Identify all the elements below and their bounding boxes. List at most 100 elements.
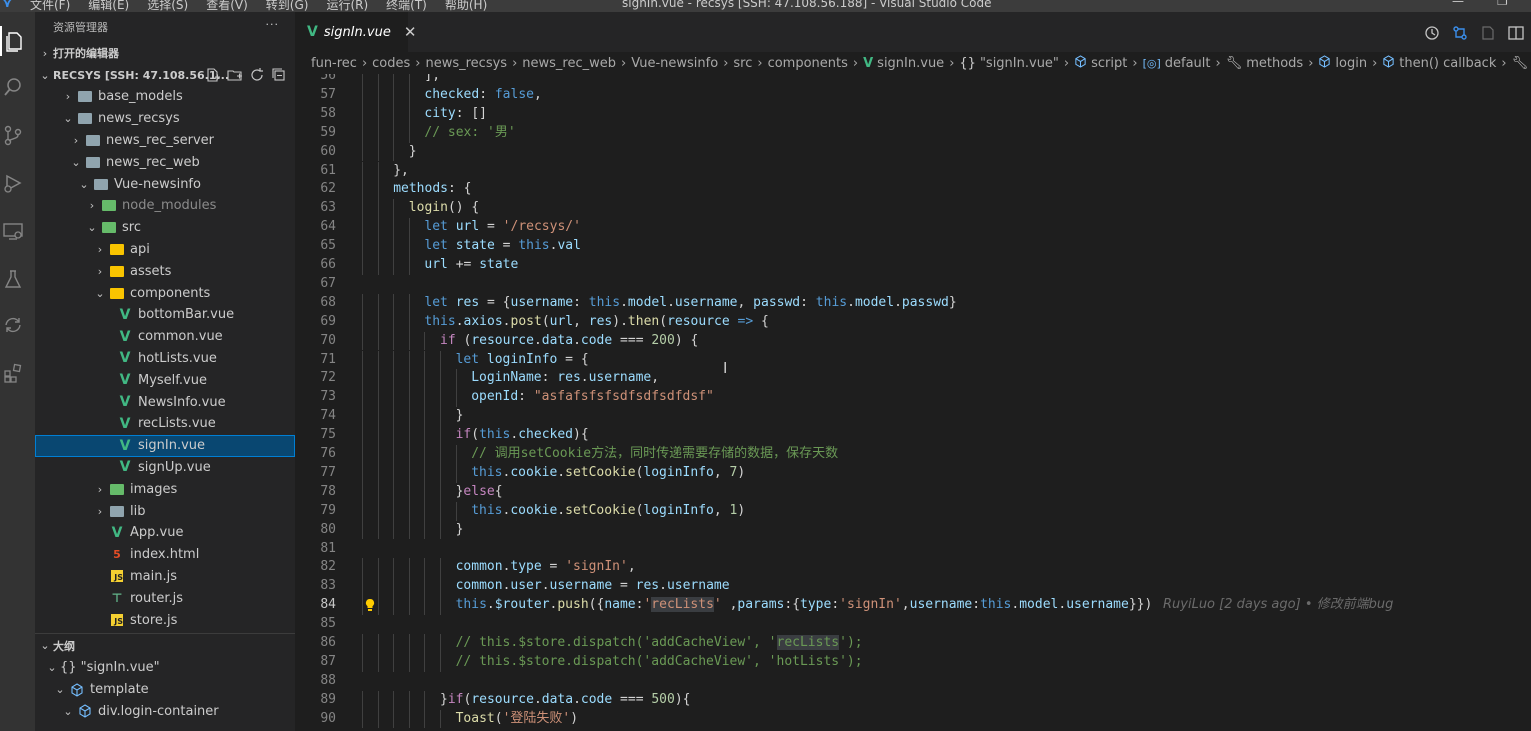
tab-signin-vue[interactable]: V signIn.vue ✕ bbox=[295, 12, 416, 52]
menu-item[interactable]: 运行(R) bbox=[326, 0, 368, 12]
breadcrumb-item[interactable]: news_rec_web bbox=[522, 56, 616, 71]
tree-folder[interactable]: › lib bbox=[35, 500, 295, 522]
remote-explorer-icon[interactable] bbox=[0, 216, 25, 246]
tree-file[interactable]: VhotLists.vue bbox=[35, 348, 295, 370]
tree-item-label: store.js bbox=[130, 612, 178, 628]
chevron-right-icon: › bbox=[1372, 55, 1378, 71]
breadcrumb-item[interactable]: fun-rec bbox=[311, 56, 357, 71]
open-changes-icon[interactable] bbox=[1479, 24, 1497, 42]
tree-folder[interactable]: › base_models bbox=[35, 86, 295, 108]
collapse-all-icon[interactable] bbox=[271, 67, 287, 83]
tree-file[interactable]: VsignIn.vue bbox=[35, 434, 295, 457]
breadcrumb-item[interactable]: signIn.vue bbox=[877, 56, 944, 71]
breadcrumb-item[interactable]: login bbox=[1335, 56, 1367, 71]
code-line: 89}if(resource.data.code === 500){ bbox=[295, 690, 1531, 710]
tree-file[interactable]: VsignUp.vue bbox=[35, 457, 295, 479]
breadcrumb-item[interactable]: then() callback bbox=[1399, 56, 1496, 71]
close-icon[interactable]: ✕ bbox=[404, 23, 417, 41]
breadcrumb-item[interactable]: src bbox=[733, 56, 752, 71]
chevron-down-icon: ⌄ bbox=[40, 639, 50, 653]
run-debug-icon[interactable] bbox=[0, 168, 25, 198]
code-token: url bbox=[455, 219, 480, 235]
indent-guide bbox=[424, 652, 426, 672]
folder-icon bbox=[108, 481, 126, 497]
code-token: ) bbox=[737, 464, 746, 480]
indent-guide bbox=[377, 577, 379, 597]
menu-item[interactable]: 帮助(H) bbox=[445, 0, 487, 12]
vue-file-icon: V bbox=[119, 372, 131, 389]
code-token: . bbox=[573, 691, 581, 707]
extensions-icon[interactable] bbox=[0, 358, 25, 388]
outline-item[interactable]: ⌄{} "signIn.vue" bbox=[35, 657, 295, 679]
breadcrumb-item[interactable]: default bbox=[1165, 56, 1211, 71]
breadcrumb-item[interactable]: codes bbox=[372, 56, 410, 71]
outline-item[interactable]: ⌄ template bbox=[35, 679, 295, 701]
breadcrumb-item[interactable]: script bbox=[1091, 56, 1127, 71]
vue-file-icon: V bbox=[119, 415, 131, 432]
more-actions-icon[interactable]: ··· bbox=[266, 18, 280, 31]
explorer-icon[interactable] bbox=[0, 26, 27, 56]
tree-folder[interactable]: › assets bbox=[35, 260, 295, 282]
new-file-icon[interactable] bbox=[205, 67, 221, 83]
tree-file[interactable]: VrecLists.vue bbox=[35, 413, 295, 435]
breadcrumb-item[interactable]: "signIn.vue" bbox=[980, 56, 1059, 71]
tree-folder[interactable]: › api bbox=[35, 239, 295, 261]
restore-icon[interactable]: ❐ bbox=[1497, 0, 1508, 8]
tree-folder[interactable]: › node_modules bbox=[35, 195, 295, 217]
git-compare-icon[interactable] bbox=[1451, 24, 1469, 42]
outline-section[interactable]: ⌄ 大纲 bbox=[35, 635, 295, 657]
code-editor[interactable]: 56], 57 checked: false, 58 city: [] 59// sex:… bbox=[295, 74, 1531, 731]
tree-file[interactable]: 5 index.html bbox=[35, 544, 295, 566]
code-token: = { bbox=[479, 294, 511, 310]
menu-item[interactable]: 转到(G) bbox=[266, 0, 309, 12]
breadcrumb-item[interactable]: methods bbox=[1246, 56, 1303, 71]
breadcrumb-item[interactable]: Vue-newsinfo bbox=[631, 56, 718, 71]
breadcrumb-item[interactable]: components bbox=[768, 56, 848, 71]
tree-folder[interactable]: › news_rec_server bbox=[35, 130, 295, 152]
line-number: 87 bbox=[320, 653, 336, 669]
code-line: 61}, bbox=[295, 161, 1531, 181]
refresh-icon[interactable] bbox=[249, 67, 265, 83]
line-number: 67 bbox=[320, 275, 336, 291]
open-editors-section[interactable]: › 打开的编辑器 bbox=[35, 42, 295, 64]
menu-item[interactable]: 终端(T) bbox=[386, 0, 427, 12]
code-token: setCookie bbox=[565, 502, 636, 518]
search-icon[interactable] bbox=[0, 72, 25, 102]
tree-folder[interactable]: ⌄ news_recsys bbox=[35, 108, 295, 130]
outline-item[interactable]: ⌄ div.login-container bbox=[35, 701, 295, 723]
menu-item[interactable]: 文件(F) bbox=[30, 0, 70, 12]
lightbulb-icon[interactable] bbox=[364, 598, 376, 612]
workspace-section[interactable]: ⌄ RECSYS [SSH: 47.108.56.1... bbox=[35, 64, 295, 86]
vue-file-icon: V bbox=[119, 459, 131, 476]
tree-file[interactable]: JS main.js bbox=[35, 566, 295, 588]
tree-file[interactable]: VbottomBar.vue bbox=[35, 304, 295, 326]
source-control-icon[interactable] bbox=[0, 120, 25, 150]
menu-item[interactable]: 选择(S) bbox=[147, 0, 188, 12]
tree-file[interactable]: JS store.js bbox=[35, 609, 295, 631]
tree-file[interactable]: V Myself.vue bbox=[35, 369, 295, 391]
tree-folder[interactable]: ⌄ src bbox=[35, 217, 295, 239]
menu-item[interactable]: 编辑(E) bbox=[88, 0, 129, 12]
code-token: city bbox=[424, 105, 456, 121]
code-token: common bbox=[455, 578, 503, 594]
tree-file[interactable]: V App.vue bbox=[35, 522, 295, 544]
tree-file[interactable]: V NewsInfo.vue bbox=[35, 391, 295, 413]
testing-icon[interactable] bbox=[0, 264, 25, 294]
split-editor-icon[interactable] bbox=[1507, 24, 1525, 42]
tree-folder[interactable]: › images bbox=[35, 478, 295, 500]
timeline-history-icon[interactable] bbox=[1423, 24, 1441, 42]
folder-icon bbox=[108, 241, 126, 257]
tree-folder[interactable]: ⌄ Vue-newsinfo bbox=[35, 173, 295, 195]
code-token: model bbox=[627, 294, 668, 310]
code-token: { bbox=[494, 483, 503, 499]
tree-folder[interactable]: ⌄ news_rec_web bbox=[35, 151, 295, 173]
tree-folder[interactable]: ⌄ components bbox=[35, 282, 295, 304]
minimize-icon[interactable]: — bbox=[1452, 0, 1464, 8]
tree-file[interactable]: Vcommon.vue bbox=[35, 326, 295, 348]
new-folder-icon[interactable] bbox=[227, 67, 243, 83]
breadcrumb-item[interactable]: news_recsys bbox=[425, 56, 507, 71]
timeline-icon[interactable] bbox=[0, 310, 25, 340]
indent-guide bbox=[440, 482, 441, 502]
tree-file[interactable]: ⊤ router.js bbox=[35, 587, 295, 609]
menu-item[interactable]: 查看(V) bbox=[206, 0, 248, 12]
